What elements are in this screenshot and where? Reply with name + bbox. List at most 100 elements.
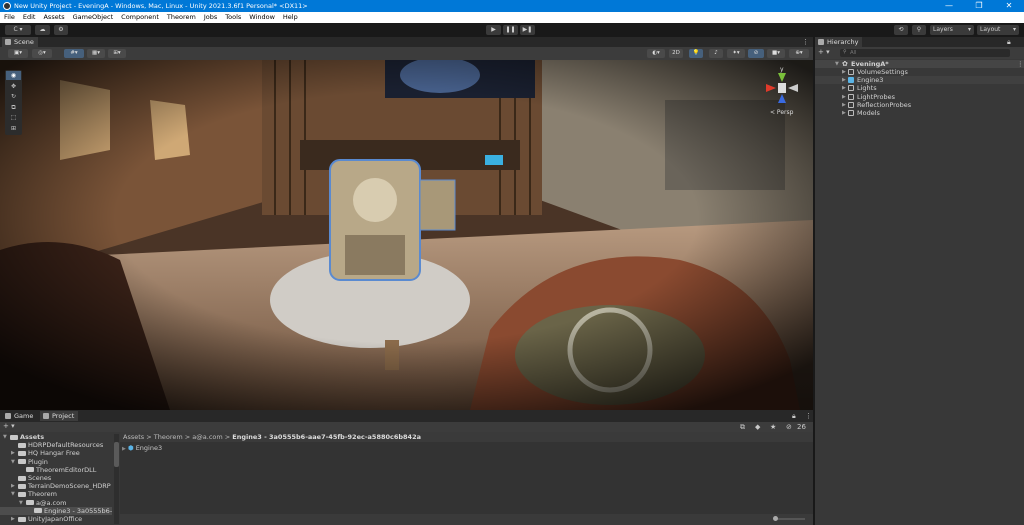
hierarchy-item[interactable]: ▶ LightProbes (815, 93, 1024, 101)
breadcrumb-item[interactable]: Assets (123, 433, 144, 441)
2d-toggle[interactable]: 2D (669, 49, 683, 58)
search-icon[interactable]: ⚲ (912, 25, 926, 35)
folder-item[interactable]: Engine3 - 3a0555b6-aa (0, 506, 112, 515)
tool-palette: ◉ ✥ ↻ ⧉ ⬚ ⊞ (5, 70, 22, 135)
expand-arrow-icon: ▶ (11, 516, 15, 522)
folder-item[interactable]: TheoremEditorDLL (0, 466, 112, 474)
minimize-button[interactable]: — (934, 0, 964, 12)
breadcrumb-item[interactable]: Engine3 - 3a0555b6-aae7-45fb-92ec-a5880c… (232, 433, 421, 441)
gizmos-dropdown[interactable]: ⊕▾ (789, 49, 809, 58)
folder-item[interactable]: ▶ HQ Hangar Free (0, 449, 112, 457)
tab-project-label: Project (52, 412, 75, 420)
folder-item[interactable]: ▶ TerrainDemoScene_HDRP (0, 482, 112, 490)
step-button[interactable]: ▶❚ (520, 25, 535, 35)
tab-project[interactable]: Project (40, 411, 79, 421)
align-dropdown[interactable]: ⊞▾ (108, 49, 126, 58)
expand-arrow-icon: ▶ (842, 101, 846, 108)
folder-item[interactable]: ▼ a@a.com (0, 499, 112, 507)
pause-button[interactable]: ❚❚ (503, 25, 518, 35)
menu-tools[interactable]: Tools (225, 12, 241, 23)
file-item[interactable]: ▶ ⬢ Engine3 (122, 444, 162, 453)
menu-jobs[interactable]: Jobs (204, 12, 217, 23)
history-icon[interactable]: ⟲ (894, 25, 908, 35)
tree-scrollbar[interactable] (114, 434, 119, 524)
gizmo-center[interactable] (778, 83, 786, 93)
breadcrumb-item[interactable]: Theorem (154, 433, 183, 441)
transform-tool-icon[interactable]: ⊞ (6, 124, 21, 133)
move-tool-icon[interactable]: ✥ (6, 82, 21, 91)
lock-icon[interactable]: 🔒︎ (792, 412, 796, 421)
shading-mode-dropdown[interactable]: ◐▾ (647, 49, 665, 58)
menu-gameobject[interactable]: GameObject (73, 12, 114, 23)
menu-help[interactable]: Help (283, 12, 298, 23)
projection-label[interactable]: < Persp (770, 109, 793, 116)
close-button[interactable]: ✕ (994, 0, 1024, 12)
hierarchy-item[interactable]: ▶ Lights (815, 84, 1024, 92)
layers-dropdown[interactable]: Layers ▾ (930, 25, 974, 35)
lock-icon[interactable]: 🔒︎ (1007, 38, 1011, 47)
pivot-dropdown[interactable]: ◎▾ (32, 49, 52, 58)
tab-scene[interactable]: Scene (2, 37, 38, 47)
scale-tool-icon[interactable]: ⧉ (6, 103, 21, 112)
scene-menu-icon[interactable]: ⋮ (1017, 60, 1024, 68)
gizmo-neg-x-axis[interactable] (788, 84, 798, 92)
grid-snap-dropdown[interactable]: #▾ (64, 49, 84, 58)
search-by-label-icon[interactable]: ◆ (755, 423, 760, 431)
project-footer (120, 514, 813, 525)
maximize-button[interactable]: ❐ (964, 0, 994, 12)
gizmo-x-axis[interactable] (766, 84, 776, 92)
cloud-icon[interactable]: ☁ (35, 25, 50, 35)
collab-gear-icon[interactable]: ⚙ (54, 25, 68, 35)
folder-item[interactable]: Scenes (0, 474, 112, 482)
gizmo-y-axis[interactable] (778, 73, 786, 82)
hierarchy-scene-root[interactable]: ▼ ✿ EveningA* ⋮ (815, 60, 1024, 68)
folder-item[interactable]: HDRPDefaultResources (0, 441, 112, 449)
menu-component[interactable]: Component (121, 12, 159, 23)
visibility-toggle-icon[interactable]: ⊘ (748, 49, 764, 58)
lighting-toggle-icon[interactable]: 💡 (689, 49, 703, 58)
tab-hierarchy[interactable]: Hierarchy (815, 37, 863, 47)
folder-icon (18, 450, 26, 456)
icon-size-slider[interactable] (775, 518, 805, 520)
layout-label: Layout (980, 26, 1001, 33)
menu-window[interactable]: Window (249, 12, 275, 23)
hierarchy-item[interactable]: ▶ Engine3 (815, 76, 1024, 85)
panel-menu-icon[interactable]: ⋮ (805, 412, 812, 420)
camera-dropdown[interactable]: ■▾ (767, 49, 785, 58)
play-button[interactable]: ▶ (486, 25, 501, 35)
slider-handle[interactable] (773, 516, 778, 521)
folder-item[interactable]: ▶ UnityJapanOffice (0, 515, 112, 523)
breadcrumb-item[interactable]: a@a.com (192, 433, 222, 441)
scene-view[interactable]: ◉ ✥ ↻ ⧉ ⬚ ⊞ y < Persp (0, 60, 813, 410)
draw-mode-dropdown[interactable]: ▣▾ (8, 49, 28, 58)
layout-dropdown[interactable]: Layout ▾ (977, 25, 1019, 35)
account-dropdown[interactable]: C ▾ (5, 25, 31, 35)
hierarchy-item[interactable]: ▶ VolumeSettings (815, 68, 1024, 76)
menu-file[interactable]: File (4, 12, 15, 23)
gizmo-z-axis[interactable] (778, 94, 786, 103)
hidden-packages-icon[interactable]: ⊘ (786, 423, 792, 431)
breadcrumb-separator: > (222, 433, 233, 441)
folder-item[interactable]: ▼ Theorem (0, 490, 112, 498)
effects-dropdown[interactable]: ✦▾ (727, 49, 745, 58)
search-by-type-icon[interactable]: ⧉ (740, 423, 745, 432)
rotate-tool-icon[interactable]: ↻ (6, 92, 21, 101)
audio-toggle-icon[interactable]: ♪ (709, 49, 723, 58)
menu-edit[interactable]: Edit (23, 12, 36, 23)
snap-increment-dropdown[interactable]: ▦▾ (87, 49, 105, 58)
folder-item[interactable]: ▼ Plugin (0, 458, 112, 466)
hierarchy-item[interactable]: ▶ ReflectionProbes (815, 101, 1024, 109)
hierarchy-item[interactable]: ▶ Models (815, 109, 1024, 117)
menu-assets[interactable]: Assets (43, 12, 64, 23)
view-tool-eye-icon[interactable]: ◉ (6, 71, 21, 80)
hierarchy-add-button[interactable]: + ▾ (818, 48, 830, 56)
rect-tool-icon[interactable]: ⬚ (6, 113, 21, 122)
project-add-button[interactable]: + ▾ (3, 422, 15, 430)
favorite-star-icon[interactable]: ★ (770, 423, 776, 431)
menu-theorem[interactable]: Theorem (167, 12, 196, 23)
orientation-gizmo[interactable]: y < Persp (760, 66, 808, 121)
folder-item[interactable]: ▼ Assets (0, 433, 112, 441)
tab-game[interactable]: Game (2, 411, 38, 421)
hierarchy-search-input[interactable] (840, 49, 1010, 57)
scene-menu-icon[interactable]: ⋮ (802, 38, 809, 46)
